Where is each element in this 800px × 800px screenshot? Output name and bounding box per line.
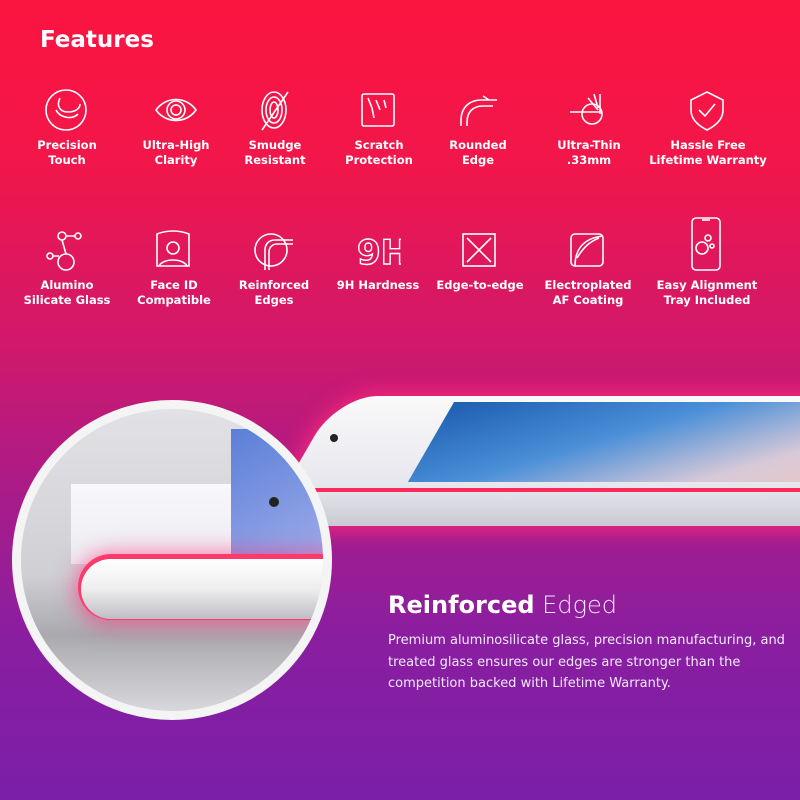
tablet-illustration bbox=[262, 396, 800, 526]
feature-item: Electroplated AF Coating bbox=[523, 228, 653, 308]
feature-item: Ultra-Thin .33mm bbox=[524, 88, 654, 168]
camera-dot bbox=[330, 434, 338, 442]
section-heading: Reinforced Edged bbox=[388, 591, 617, 619]
feature-item: Easy Alignment Tray Included bbox=[642, 216, 772, 308]
face-id-icon bbox=[156, 230, 190, 267]
magnifier-closeup bbox=[12, 400, 332, 720]
section-description: Premium aluminosilicate glass, precision… bbox=[388, 633, 785, 691]
feature-label: Easy Alignment Tray Included bbox=[656, 278, 758, 307]
closeup-edge bbox=[81, 559, 323, 619]
ultra-thin-icon bbox=[570, 93, 603, 125]
reinforced-edge-icon bbox=[254, 233, 293, 270]
feature-label: Electroplated AF Coating bbox=[544, 278, 632, 307]
scratch-icon bbox=[361, 93, 395, 127]
molecule-icon bbox=[46, 231, 82, 271]
closeup-screen bbox=[231, 429, 323, 559]
heading-light: Edged bbox=[542, 591, 617, 619]
af-coating-icon bbox=[570, 233, 604, 267]
phone-tray-icon bbox=[691, 217, 721, 271]
feature-item: Hassle Free Lifetime Warranty bbox=[643, 88, 773, 168]
features-title: Features bbox=[40, 27, 154, 53]
rounded-edge-icon bbox=[460, 95, 497, 126]
fingerprint-icon bbox=[261, 91, 289, 131]
precision-touch-icon bbox=[45, 89, 87, 131]
tablet-screen bbox=[407, 402, 800, 482]
feature-label: Hassle Free Lifetime Warranty bbox=[649, 138, 767, 167]
9h-icon: 9H bbox=[356, 232, 401, 272]
heading-bold: Reinforced bbox=[388, 591, 535, 619]
glowing-edge bbox=[282, 488, 800, 492]
shield-check-icon bbox=[690, 91, 724, 131]
feature-label: Ultra-Thin .33mm bbox=[557, 138, 621, 167]
svg-text:9H: 9H bbox=[357, 233, 401, 272]
camera-dot bbox=[269, 497, 279, 507]
edge-to-edge-icon bbox=[462, 233, 496, 267]
eye-icon bbox=[155, 98, 197, 122]
